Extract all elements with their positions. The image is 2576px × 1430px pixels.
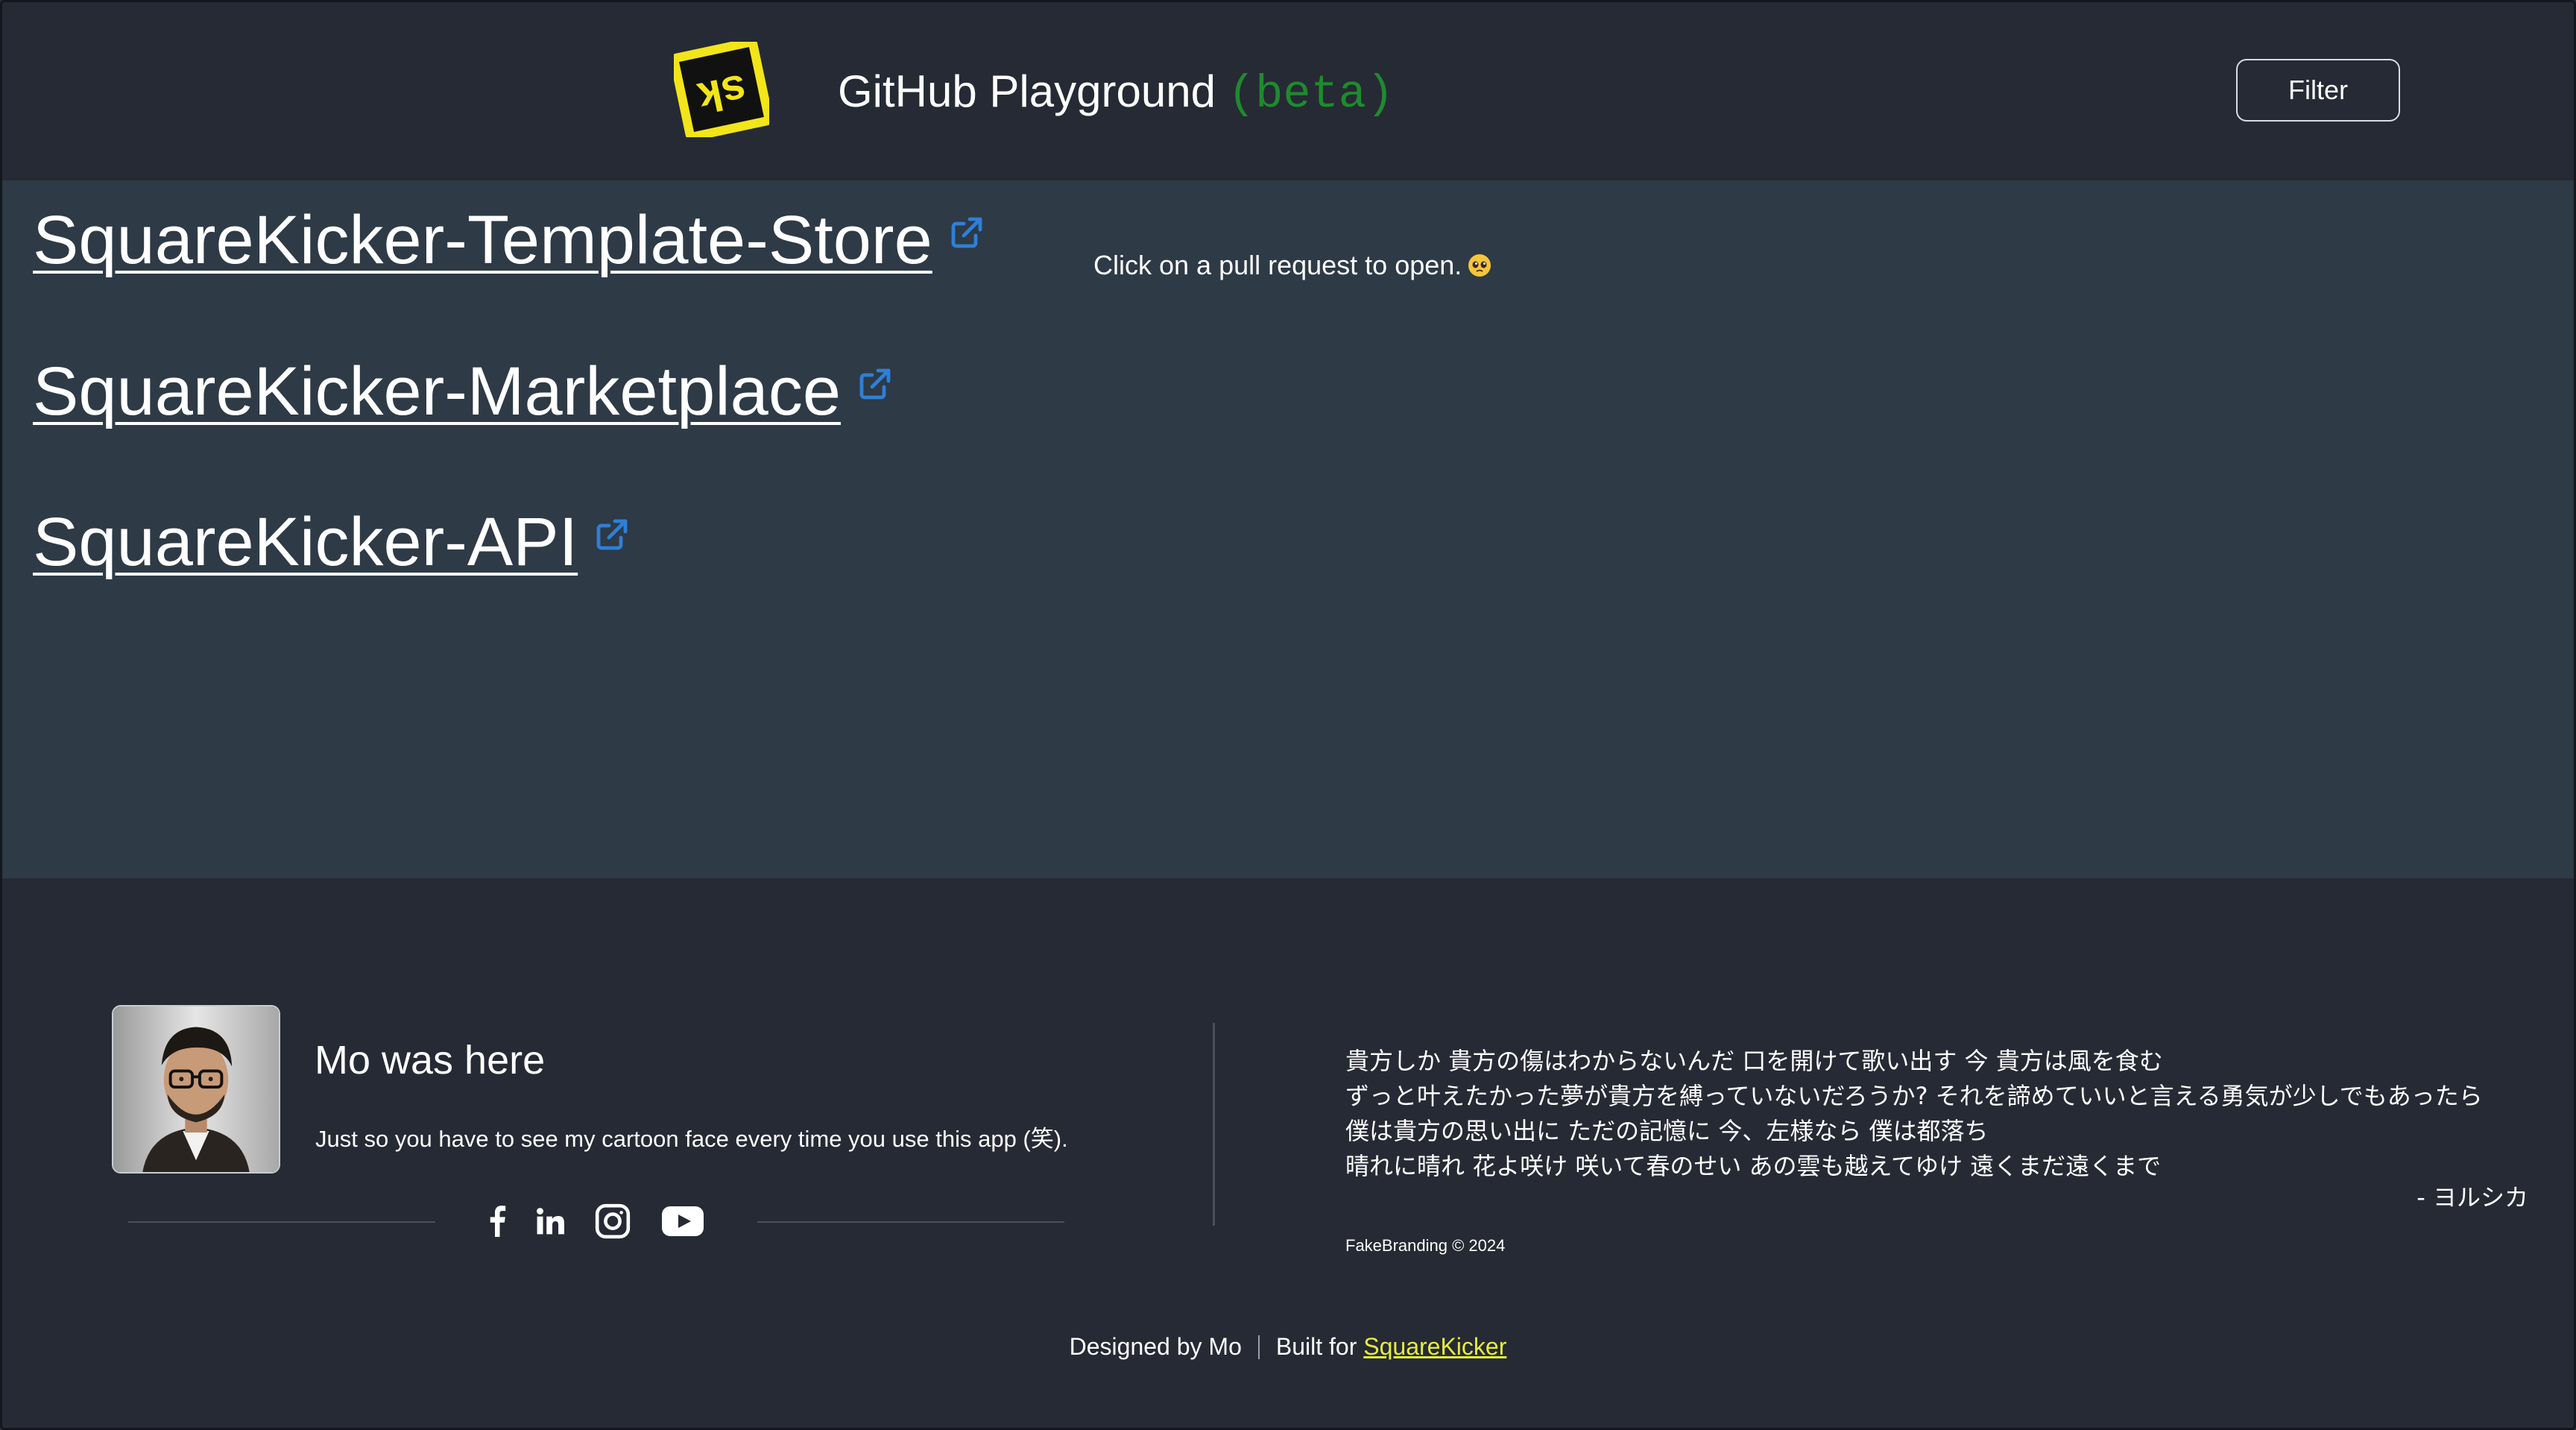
social-links	[477, 1199, 704, 1244]
copyright: FakeBranding © 2024	[1345, 1236, 1506, 1255]
squarekicker-logo[interactable]: sk	[674, 42, 769, 137]
squarekicker-link[interactable]: SquareKicker	[1363, 1333, 1506, 1360]
designed-by: Designed by Mo	[1069, 1333, 1242, 1360]
app-title-text: GitHub Playground	[838, 66, 1216, 116]
external-link-icon[interactable]	[949, 215, 985, 251]
footer-subtitle: Just so you have to see my cartoon face …	[315, 1126, 1068, 1152]
lyrics-block: 貴方しか 貴方の傷はわからないんだ 口を開けて歌い出す 今 貴方は風を食む ずっ…	[1345, 1044, 2531, 1184]
external-link-icon[interactable]	[594, 517, 630, 552]
footer-divider	[1213, 1023, 1215, 1226]
pleading-face-icon	[1468, 254, 1491, 277]
lyric-line: 貴方しか 貴方の傷はわからないんだ 口を開けて歌い出す 今 貴方は風を食む	[1345, 1047, 2163, 1075]
footer-title: Mo was here	[315, 1038, 546, 1083]
avatar	[112, 1005, 280, 1174]
lyric-line: 僕は貴方の思い出に ただの記憶に 今、左様なら 僕は都落ち	[1345, 1117, 1989, 1145]
facebook-icon[interactable]	[477, 1199, 517, 1244]
linkedin-icon[interactable]	[535, 1199, 565, 1244]
divider-line	[128, 1221, 435, 1223]
credits: Designed by Mo Built for SquareKicker	[0, 1332, 2576, 1361]
youtube-icon[interactable]	[662, 1199, 704, 1244]
external-link-icon[interactable]	[857, 366, 893, 402]
repo-link-api[interactable]: SquareKicker-API	[33, 501, 578, 583]
lyric-line: ずっと叶えたかった夢が貴方を縛っていないだろうか? それを諦めていいと言える勇気…	[1345, 1082, 2483, 1110]
page-footer: Mo was here Just so you have to see my c…	[0, 878, 2576, 1430]
divider-line	[757, 1221, 1064, 1223]
credits-separator	[1257, 1335, 1260, 1359]
repo-item: SquareKicker-Marketplace	[33, 350, 893, 432]
app-header: sk GitHub Playground (beta) Filter	[0, 0, 2576, 180]
repo-item: SquareKicker-API	[33, 501, 630, 583]
lyrics-attribution: - ヨルシカ	[2416, 1183, 2528, 1212]
lyric-line: 晴れに晴れ 花よ咲け 咲いて春のせい あの雲も越えてゆけ 遠くまだ遠くまで	[1345, 1152, 2162, 1180]
pull-request-hint: Click on a pull request to open.	[1093, 249, 1491, 282]
app-title: GitHub Playground (beta)	[838, 66, 1395, 121]
hint-text: Click on a pull request to open.	[1093, 250, 1462, 280]
instagram-icon[interactable]	[593, 1199, 632, 1244]
built-for: Built for	[1275, 1333, 1357, 1360]
beta-badge: (beta)	[1227, 68, 1395, 121]
filter-button[interactable]: Filter	[2236, 59, 2400, 122]
repo-link-template-store[interactable]: SquareKicker-Template-Store	[33, 199, 932, 281]
repo-item: SquareKicker-Template-Store	[33, 199, 985, 281]
repo-link-marketplace[interactable]: SquareKicker-Marketplace	[33, 350, 841, 432]
repo-panel: SquareKicker-Template-Store SquareKicker…	[0, 180, 2576, 878]
